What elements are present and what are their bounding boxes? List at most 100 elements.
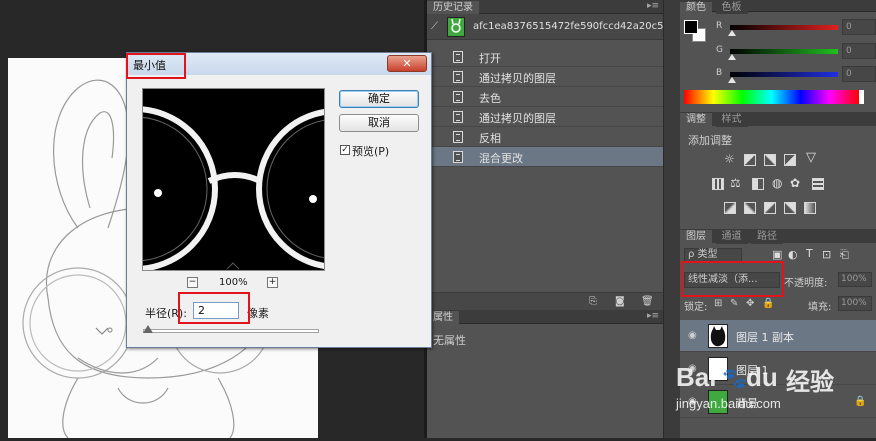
trash-icon[interactable]: 🗑 bbox=[641, 296, 654, 307]
history-item[interactable]: 去色 bbox=[427, 87, 663, 107]
opacity-label: 不透明度: bbox=[784, 278, 828, 289]
tab-color[interactable]: 颜色 bbox=[680, 2, 712, 14]
layer-thumbnail bbox=[708, 324, 728, 348]
tab-channels[interactable]: 通道 bbox=[715, 230, 748, 244]
lock-transparent-icon[interactable]: ⊞ bbox=[714, 298, 722, 309]
levels-icon[interactable] bbox=[744, 154, 756, 166]
no-properties-text: 无属性 bbox=[433, 334, 466, 347]
highlight-dialog-title bbox=[126, 53, 186, 79]
blue-value-input[interactable]: 0 bbox=[842, 66, 876, 82]
watermark-url: jingyan.baidu.com bbox=[676, 396, 781, 411]
panel-menu-icon[interactable]: ▸≡ bbox=[647, 311, 659, 321]
tab-styles[interactable]: 样式 bbox=[715, 113, 748, 127]
layer-kind-filter[interactable]: ρ 类型 bbox=[684, 248, 742, 262]
visibility-eye-icon[interactable]: ◉ bbox=[688, 330, 697, 341]
document-icon bbox=[453, 51, 463, 63]
preview-checkbox[interactable]: ✓ bbox=[340, 145, 350, 155]
properties-panel: 属性 ▸≡ 无属性 bbox=[427, 310, 663, 438]
tab-paths[interactable]: 路径 bbox=[751, 230, 783, 244]
highlight-blend-mode bbox=[681, 261, 784, 297]
green-channel-slider[interactable]: G 0 bbox=[716, 43, 876, 61]
red-value-input[interactable]: 0 bbox=[842, 19, 876, 35]
layer-row-active[interactable]: ◉ 图层 1 副本 bbox=[680, 320, 876, 352]
radius-slider-thumb[interactable] bbox=[143, 325, 153, 333]
filter-adjustment-icon[interactable]: ◐ bbox=[788, 248, 798, 261]
history-item-label: 打开 bbox=[479, 52, 501, 65]
history-item[interactable]: 通过拷贝的图层 bbox=[427, 107, 663, 127]
close-button[interactable]: ✕ bbox=[387, 55, 427, 72]
ok-button[interactable]: 确定 bbox=[339, 90, 419, 108]
red-channel-slider[interactable]: R 0 bbox=[716, 19, 876, 37]
green-value-input[interactable]: 0 bbox=[842, 43, 876, 59]
filter-type-icon[interactable]: T bbox=[806, 247, 813, 260]
red-gradient-bar[interactable] bbox=[730, 25, 838, 30]
layer-silhouette-icon bbox=[710, 326, 726, 347]
history-item[interactable]: 反相 bbox=[427, 127, 663, 147]
fill-label: 填充: bbox=[808, 302, 832, 313]
channel-letter: G bbox=[716, 45, 723, 55]
history-item[interactable]: 通过拷贝的图层 bbox=[427, 67, 663, 87]
history-panel: 历史记录 ▸≡ ⟋ afc1ea8376515472fe590fccd42a20… bbox=[427, 0, 681, 310]
history-snapshot-row[interactable]: ⟋ afc1ea8376515472fe590fccd42a20c5_r... bbox=[427, 14, 681, 40]
channel-letter: B bbox=[716, 68, 723, 78]
filter-pixel-icon[interactable]: ▣ bbox=[772, 248, 782, 261]
brush-source-icon[interactable]: ⟋ bbox=[431, 21, 438, 32]
filter-preview[interactable] bbox=[142, 88, 325, 271]
filter-smart-object-icon[interactable]: ⎗ bbox=[840, 248, 849, 262]
fill-input[interactable]: 100% bbox=[838, 296, 872, 311]
cancel-button[interactable]: 取消 bbox=[339, 114, 419, 132]
layer-name[interactable]: 图层 1 副本 bbox=[736, 329, 794, 345]
slider-thumb[interactable] bbox=[728, 77, 736, 83]
black-white-icon[interactable] bbox=[752, 178, 764, 190]
baidu-jingyan-watermark: Bai 🐾 du 经验 jingyan.baidu.com bbox=[676, 360, 866, 411]
invert-icon[interactable] bbox=[724, 202, 736, 214]
photo-filter-icon[interactable]: ◍ bbox=[772, 176, 782, 190]
selective-color-icon[interactable] bbox=[784, 202, 796, 214]
layers-tab-bar: 图层 通道 路径 bbox=[680, 229, 876, 244]
history-item[interactable]: 打开 bbox=[427, 47, 663, 67]
tab-swatches[interactable]: 色板 bbox=[715, 2, 748, 14]
posterize-icon[interactable] bbox=[744, 202, 756, 214]
slider-thumb[interactable] bbox=[728, 54, 736, 60]
add-adjustment-label: 添加调整 bbox=[688, 134, 732, 147]
gradient-map-icon[interactable] bbox=[804, 202, 816, 214]
green-gradient-bar[interactable] bbox=[730, 49, 838, 54]
channel-mixer-icon[interactable]: ✿ bbox=[790, 176, 800, 190]
hue-saturation-icon[interactable] bbox=[712, 178, 724, 190]
radius-unit-label: 像素 bbox=[247, 307, 269, 320]
history-item-label: 混合更改 bbox=[479, 152, 523, 165]
zoom-out-button[interactable]: − bbox=[187, 277, 198, 288]
lock-image-icon[interactable]: ✎ bbox=[730, 298, 738, 309]
paw-icon: 🐾 bbox=[722, 366, 747, 390]
tab-history[interactable]: 历史记录 bbox=[427, 1, 479, 15]
vibrance-icon[interactable]: ▽ bbox=[806, 150, 816, 165]
brightness-icon[interactable]: ☼ bbox=[724, 152, 735, 166]
blue-gradient-bar[interactable] bbox=[730, 72, 838, 77]
zoom-in-button[interactable]: + bbox=[267, 277, 278, 288]
document-icon bbox=[453, 91, 463, 103]
camera-icon[interactable]: ◙ bbox=[615, 296, 625, 307]
adjustments-tab-bar: 调整 样式 bbox=[680, 112, 876, 127]
lock-all-icon[interactable]: 🔒 bbox=[762, 298, 774, 309]
color-spectrum-ramp[interactable] bbox=[684, 90, 864, 104]
color-balance-icon[interactable]: ⚖ bbox=[730, 176, 741, 190]
opacity-input[interactable]: 100% bbox=[838, 272, 872, 287]
blue-channel-slider[interactable]: B 0 bbox=[716, 66, 876, 84]
radius-slider-track[interactable] bbox=[143, 329, 319, 333]
history-item-selected[interactable]: 混合更改 bbox=[427, 147, 663, 167]
exposure-icon[interactable] bbox=[784, 154, 796, 166]
slider-thumb[interactable] bbox=[728, 30, 736, 36]
new-document-from-state-icon[interactable]: ⎘ bbox=[589, 296, 597, 307]
tab-adjustments[interactable]: 调整 bbox=[680, 113, 712, 127]
tab-layers[interactable]: 图层 bbox=[680, 230, 712, 244]
filter-shape-icon[interactable]: ⊡ bbox=[822, 248, 831, 261]
history-item-label: 通过拷贝的图层 bbox=[479, 72, 556, 85]
panel-menu-icon[interactable]: ▸≡ bbox=[647, 1, 659, 11]
foreground-color-swatch[interactable] bbox=[684, 20, 698, 34]
channel-letter: R bbox=[716, 21, 723, 31]
threshold-icon[interactable] bbox=[764, 202, 776, 214]
curves-icon[interactable] bbox=[764, 154, 776, 166]
color-lookup-icon[interactable] bbox=[812, 178, 824, 190]
preview-label: 预览(P) bbox=[352, 145, 390, 158]
lock-position-icon[interactable]: ✥ bbox=[746, 298, 754, 309]
